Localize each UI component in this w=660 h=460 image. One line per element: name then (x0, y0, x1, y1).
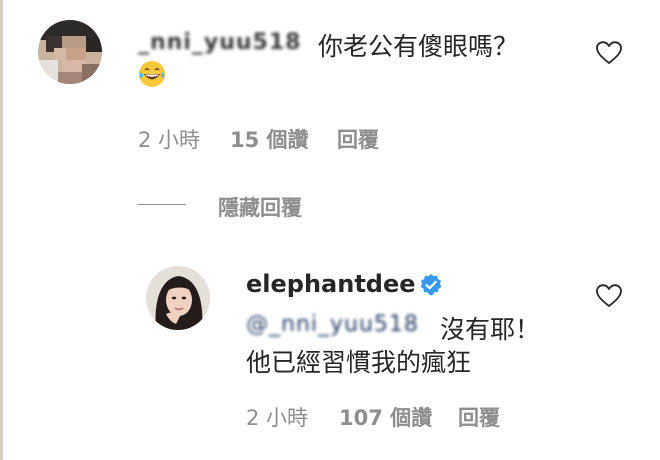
replier-username[interactable]: elephantdee (246, 270, 416, 298)
comment-reply-button[interactable]: 回覆 (337, 124, 379, 154)
like-heart-icon[interactable] (596, 41, 622, 65)
mention-link[interactable]: @_nni_yuu518 (246, 312, 419, 337)
reply-text-line1: 沒有耶！ (440, 315, 541, 344)
comment-text: 你老公有傻眼嗎？ (318, 32, 519, 61)
reply-reply-button[interactable]: 回覆 (458, 402, 500, 432)
comment-like-count[interactable]: 15 個讚 (230, 124, 309, 154)
tears-of-joy-emoji-icon (138, 60, 166, 88)
reply-text-line2: 他已經習慣我的瘋狂 (246, 348, 472, 377)
comment-timestamp: 2 小時 (138, 128, 201, 152)
left-edge-strip (0, 0, 3, 460)
reply-like-heart-icon[interactable] (596, 284, 622, 308)
commenter-avatar[interactable] (38, 20, 102, 84)
reply-like-count[interactable]: 107 個讚 (339, 402, 432, 432)
reply-timestamp: 2 小時 (246, 406, 309, 430)
replier-avatar[interactable] (146, 266, 210, 330)
hide-replies-line (138, 204, 186, 205)
commenter-username[interactable]: _nni_yuu518 (138, 30, 301, 55)
hide-replies-button[interactable]: 隱藏回覆 (218, 192, 302, 222)
verified-badge-icon (420, 274, 442, 296)
